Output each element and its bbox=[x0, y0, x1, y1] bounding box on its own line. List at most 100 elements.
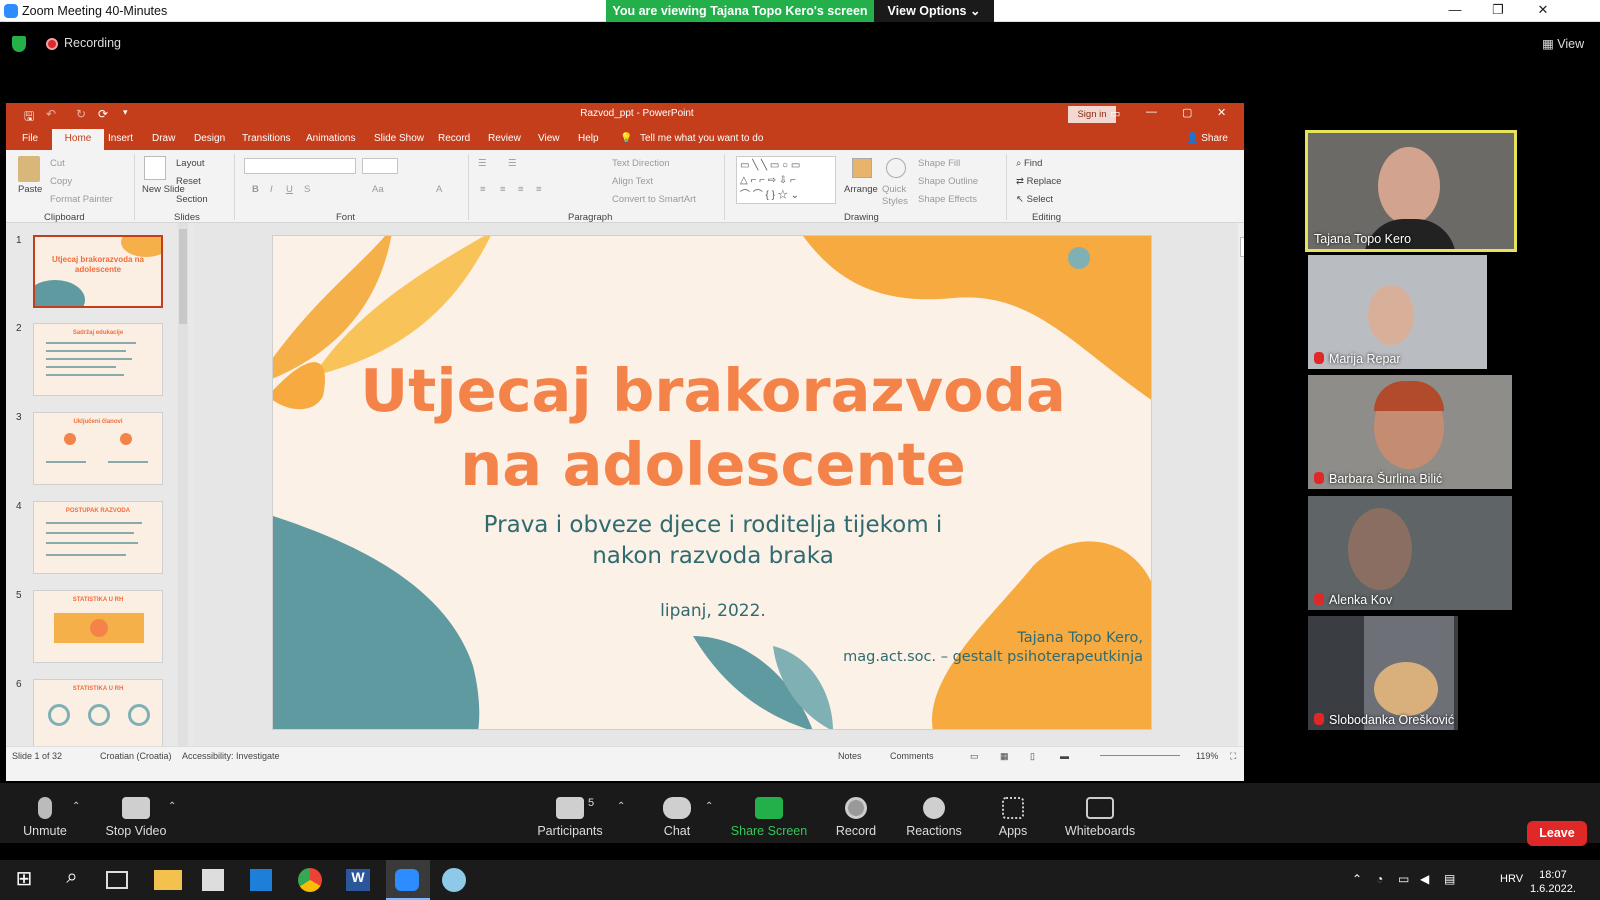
tab-design[interactable]: Design bbox=[194, 133, 225, 144]
participants-button[interactable]: 5 Participants bbox=[534, 783, 606, 838]
align-center-icon[interactable]: ≡ bbox=[500, 184, 506, 195]
font-size-select[interactable] bbox=[362, 158, 398, 174]
tab-insert[interactable]: Insert bbox=[108, 133, 133, 144]
chrome-icon[interactable] bbox=[298, 868, 322, 892]
tab-draw[interactable]: Draw bbox=[152, 133, 175, 144]
italic-icon[interactable]: I bbox=[270, 184, 273, 195]
slide-thumbnail-2[interactable]: Sadržaj edukacije bbox=[33, 323, 163, 396]
shape-outline-button[interactable]: Shape Outline bbox=[918, 176, 978, 187]
format-painter-button[interactable]: Format Painter bbox=[50, 194, 113, 205]
reset-button[interactable]: Reset bbox=[176, 176, 201, 187]
participant-video-tile[interactable]: Slobodanka Orešković bbox=[1308, 616, 1458, 730]
font-name-select[interactable] bbox=[244, 158, 356, 174]
stop-video-button[interactable]: Stop Video bbox=[100, 783, 172, 838]
quick-styles-icon[interactable] bbox=[886, 158, 906, 178]
slideshow-view-icon[interactable]: ▬ bbox=[1060, 751, 1069, 761]
accessibility-indicator[interactable]: Accessibility: Investigate bbox=[182, 751, 280, 761]
copy-button[interactable]: Copy bbox=[50, 176, 72, 187]
tab-record[interactable]: Record bbox=[438, 133, 470, 144]
quick-styles-button[interactable]: Quick Styles bbox=[882, 184, 912, 208]
shape-fill-button[interactable]: Shape Fill bbox=[918, 158, 960, 169]
thumbnails-scrollbar[interactable] bbox=[178, 223, 188, 746]
ppt-close-icon[interactable]: ✕ bbox=[1217, 106, 1226, 119]
reading-view-icon[interactable]: ▯ bbox=[1030, 751, 1035, 762]
tab-review[interactable]: Review bbox=[488, 133, 521, 144]
view-layout-button[interactable]: ▦ View bbox=[1542, 36, 1584, 51]
restore-icon[interactable]: ❐ bbox=[1486, 2, 1510, 20]
slide-thumbnail-4[interactable]: POSTUPAK RAZVODA bbox=[33, 501, 163, 574]
arrange-button[interactable]: Arrange bbox=[844, 184, 878, 195]
align-text-button[interactable]: Align Text bbox=[612, 176, 653, 187]
leave-button[interactable]: Leave bbox=[1527, 821, 1587, 846]
notification-icon[interactable]: ▤ bbox=[1444, 872, 1455, 886]
section-button[interactable]: Section bbox=[176, 194, 208, 205]
bullets-icon[interactable]: ☰ bbox=[478, 158, 487, 169]
search-icon[interactable]: ⌕ bbox=[58, 866, 86, 894]
layout-button[interactable]: Layout bbox=[176, 158, 205, 169]
tab-slide-show[interactable]: Slide Show bbox=[374, 133, 424, 144]
find-button[interactable]: ⌕ Find bbox=[1016, 158, 1042, 169]
chat-button[interactable]: Chat bbox=[650, 783, 704, 838]
minimize-icon[interactable]: — bbox=[1443, 2, 1467, 20]
cut-button[interactable]: Cut bbox=[50, 158, 65, 169]
participant-video-tile[interactable]: Alenka Kov bbox=[1308, 496, 1512, 610]
current-slide[interactable]: Utjecaj brakorazvoda na adolescente Prav… bbox=[272, 235, 1152, 730]
word-icon[interactable]: W bbox=[346, 869, 370, 891]
weather-app-icon[interactable] bbox=[250, 869, 272, 891]
underline-icon[interactable]: U bbox=[286, 184, 293, 195]
paint-app-icon[interactable] bbox=[442, 868, 466, 892]
wifi-icon[interactable]: ◔ bbox=[1376, 872, 1383, 886]
chat-chevron-icon[interactable]: ⌃ bbox=[705, 801, 713, 812]
bold-icon[interactable]: B bbox=[252, 184, 259, 195]
tab-transitions[interactable]: Transitions bbox=[242, 133, 291, 144]
audio-options-chevron-icon[interactable]: ⌃ bbox=[72, 801, 80, 812]
tab-home[interactable]: Home bbox=[52, 129, 104, 150]
ribbon-display-icon[interactable]: ▭ bbox=[1110, 107, 1120, 120]
task-view-icon[interactable] bbox=[106, 871, 128, 889]
tab-animations[interactable]: Animations bbox=[306, 133, 355, 144]
slide-thumbnail-1[interactable]: Utjecaj brakorazvoda na adolescente bbox=[33, 235, 163, 308]
ppt-minimize-icon[interactable]: — bbox=[1146, 106, 1157, 118]
replace-button[interactable]: ⇄ Replace bbox=[1016, 176, 1061, 187]
notes-button[interactable]: Notes bbox=[838, 751, 862, 761]
recording-label[interactable]: Recording bbox=[64, 36, 121, 50]
tab-view[interactable]: View bbox=[538, 133, 560, 144]
file-explorer-icon[interactable] bbox=[154, 870, 182, 890]
participant-video-tile[interactable]: Marija Repar bbox=[1308, 255, 1487, 369]
windows-start-icon[interactable]: ⊞ bbox=[10, 866, 38, 894]
zoom-level[interactable]: 119% bbox=[1196, 751, 1218, 761]
view-options-button[interactable]: View Options ⌄ bbox=[874, 0, 994, 22]
share-screen-button[interactable]: Share Screen bbox=[730, 783, 808, 838]
fit-slide-icon[interactable]: ⛶ bbox=[1230, 751, 1236, 762]
tab-file[interactable]: File bbox=[22, 133, 38, 144]
scrollbar-thumb[interactable] bbox=[179, 229, 187, 324]
slide-sorter-icon[interactable]: ▦ bbox=[1000, 751, 1009, 762]
shapes-gallery[interactable]: ▭ ╲ ╲ ▭ ○ ▭ △ ⌐ ⌐ ⇨ ⇩ ⌐ ⌒ ⌒ { } ☆ ⌄ bbox=[736, 156, 836, 204]
system-clock[interactable]: 18:07 1.6.2022. bbox=[1530, 868, 1576, 896]
input-language[interactable]: HRV bbox=[1500, 873, 1523, 885]
share-button[interactable]: 👤 Share bbox=[1186, 133, 1228, 144]
slide-thumbnail-5[interactable]: STATISTIKA U RH bbox=[33, 590, 163, 663]
arrange-icon[interactable] bbox=[852, 158, 872, 178]
language-indicator[interactable]: Croatian (Croatia) bbox=[100, 751, 172, 761]
comments-button[interactable]: Comments bbox=[890, 751, 934, 761]
zoom-slider[interactable] bbox=[1100, 755, 1180, 756]
paste-icon[interactable] bbox=[18, 156, 40, 182]
align-right-icon[interactable]: ≡ bbox=[518, 184, 524, 195]
whiteboards-button[interactable]: Whiteboards bbox=[1062, 783, 1138, 838]
font-color-icon[interactable]: A bbox=[436, 184, 442, 195]
ppt-maximize-icon[interactable]: ▢ bbox=[1182, 106, 1192, 119]
store-icon[interactable] bbox=[202, 869, 224, 891]
encryption-shield-icon[interactable] bbox=[12, 36, 26, 52]
align-left-icon[interactable]: ≡ bbox=[480, 184, 486, 195]
tab-help[interactable]: Help bbox=[578, 133, 599, 144]
volume-icon[interactable]: ◀ bbox=[1420, 872, 1429, 886]
participant-video-tile[interactable]: Barbara Šurlina Bilić bbox=[1308, 375, 1512, 489]
zoom-taskbar-icon[interactable] bbox=[395, 869, 419, 891]
change-case-icon[interactable]: Aa bbox=[372, 184, 384, 195]
tray-chevron-icon[interactable]: ⌃ bbox=[1352, 872, 1362, 886]
unmute-button[interactable]: Unmute bbox=[16, 783, 74, 838]
sign-in-button[interactable]: Sign in bbox=[1068, 106, 1116, 123]
apps-button[interactable]: Apps bbox=[990, 783, 1036, 838]
slide-counter[interactable]: Slide 1 of 32 bbox=[12, 751, 62, 761]
